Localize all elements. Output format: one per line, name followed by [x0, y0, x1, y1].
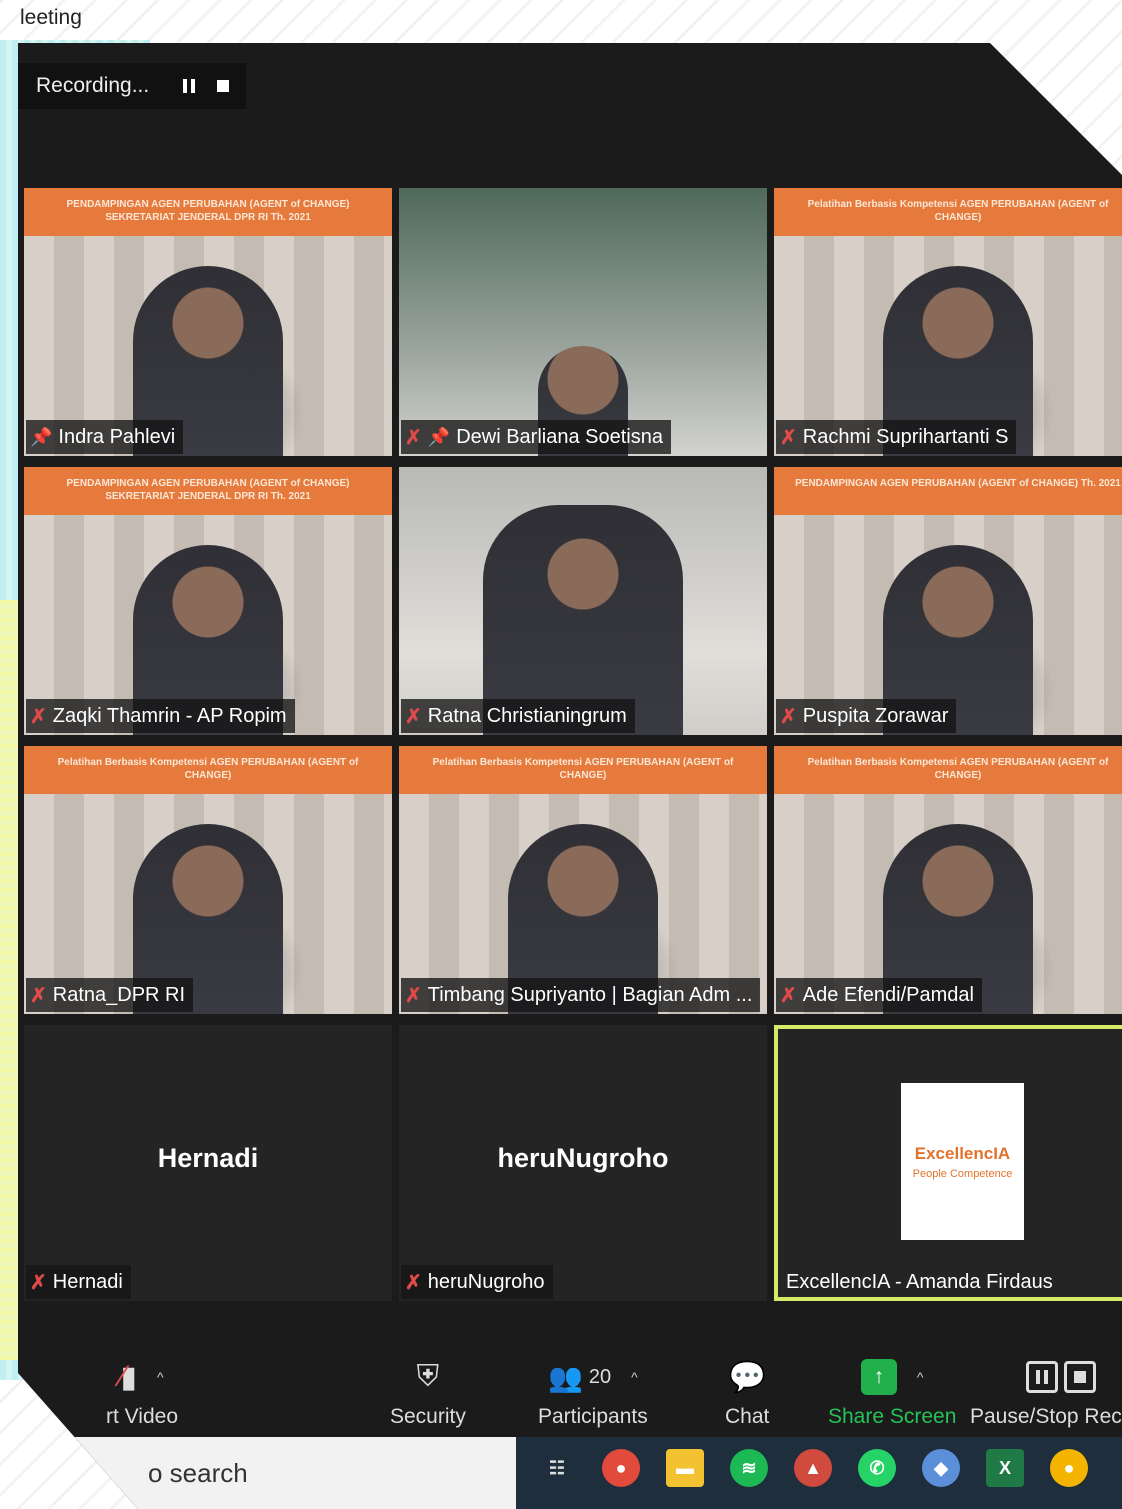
- participant-name: Ade Efendi/Pamdal: [802, 983, 974, 1006]
- participant-name: Timbang Supriyanto | Bagian Adm ...: [427, 983, 753, 1006]
- name-tag: ✗ Zaqki Thamrin - AP Ropim: [26, 699, 295, 733]
- pause-icon: [1026, 1361, 1059, 1393]
- mic-muted-icon: ✗: [780, 426, 797, 449]
- stop-icon: [1064, 1361, 1097, 1393]
- chevron-up-icon[interactable]: ^: [631, 1369, 638, 1385]
- chat-button[interactable]: 💬 Chat: [725, 1355, 769, 1429]
- excellencia-logo: ExcellencIA People Competence: [901, 1083, 1024, 1240]
- participant-name: Rachmi Suprihartanti S: [802, 425, 1009, 448]
- participant-tile[interactable]: Hernadi ✗ Hernadi: [24, 1025, 392, 1301]
- name-tag: ✗ Puspita Zorawar: [776, 699, 957, 733]
- app-icon[interactable]: ◆: [922, 1449, 960, 1487]
- participant-name: Zaqki Thamrin - AP Ropim: [52, 704, 287, 727]
- participant-name: ExcellencIA - Amanda Firdaus: [786, 1270, 1053, 1293]
- video-grid: PENDAMPINGAN AGEN PERUBAHAN (AGENT of CH…: [24, 188, 1122, 1301]
- mic-muted-icon: ✗: [405, 705, 422, 728]
- share-screen-icon: ↑: [860, 1359, 897, 1395]
- participant-tile[interactable]: heruNugroho ✗ heruNugroho: [399, 1025, 767, 1301]
- window-title: leeting: [20, 6, 82, 29]
- mic-muted-icon: ✗: [780, 705, 797, 728]
- stop-recording-button[interactable]: [212, 75, 234, 97]
- participant-tile[interactable]: PENDAMPINGAN AGEN PERUBAHAN (AGENT of CH…: [24, 188, 392, 456]
- participant-tile[interactable]: Pelatihan Berbasis Kompetensi AGEN PERUB…: [399, 746, 767, 1014]
- name-tag: ✗ Ratna_DPR RI: [26, 978, 194, 1012]
- active-speaker-tile[interactable]: ExcellencIA People Competence ExcellencI…: [774, 1025, 1122, 1301]
- banner-text: PENDAMPINGAN AGEN PERUBAHAN (AGENT of CH…: [795, 478, 1121, 489]
- participant-tile[interactable]: Pelatihan Berbasis Kompetensi AGEN PERUB…: [774, 746, 1122, 1014]
- chrome-icon[interactable]: ●: [1050, 1449, 1088, 1487]
- whatsapp-icon[interactable]: ✆: [858, 1449, 896, 1487]
- participants-count: 20: [588, 1365, 612, 1388]
- chevron-up-icon[interactable]: ^: [157, 1369, 164, 1385]
- taskbar-icons: ☷ ● ▬ ≋ ▲ ✆ ◆ X ●: [538, 1449, 1088, 1487]
- name-tag: ✗ heruNugroho: [401, 1265, 553, 1299]
- name-tag: ExcellencIA - Amanda Firdaus: [782, 1265, 1061, 1299]
- recording-label: Recording...: [36, 74, 150, 97]
- security-button[interactable]: ⛨ Security: [390, 1355, 466, 1429]
- excel-icon[interactable]: X: [986, 1449, 1024, 1487]
- banner-text: PENDAMPINGAN AGEN PERUBAHAN (AGENT of CH…: [66, 199, 350, 223]
- file-explorer-icon[interactable]: ▬: [666, 1449, 704, 1487]
- participant-tile[interactable]: PENDAMPINGAN AGEN PERUBAHAN (AGENT of CH…: [24, 467, 392, 735]
- zoom-window: Recording... PENDAMPINGAN AGEN PERUBAHAN…: [18, 43, 1122, 1509]
- name-tag: ✗ Timbang Supriyanto | Bagian Adm ...: [401, 978, 761, 1012]
- video-off-icon: ▮ ⁄: [120, 1359, 137, 1394]
- pause-recording-button[interactable]: [178, 75, 200, 97]
- participant-name: Hernadi: [52, 1270, 123, 1293]
- participant-tile[interactable]: Pelatihan Berbasis Kompetensi AGEN PERUB…: [774, 188, 1122, 456]
- name-tag: ✗ Ratna Christianingrum: [401, 699, 635, 733]
- participant-name: Ratna_DPR RI: [52, 983, 186, 1006]
- start-video-button[interactable]: ▮ ⁄ ^ rt Video: [106, 1355, 178, 1429]
- participant-name: Puspita Zorawar: [802, 704, 949, 727]
- chrome-icon[interactable]: ●: [602, 1449, 640, 1487]
- participant-tile[interactable]: PENDAMPINGAN AGEN PERUBAHAN (AGENT of CH…: [774, 467, 1122, 735]
- chevron-up-icon[interactable]: ^: [917, 1369, 924, 1385]
- banner-text: Pelatihan Berbasis Kompetensi AGEN PERUB…: [807, 199, 1109, 223]
- pin-icon: 📌: [427, 426, 451, 447]
- banner-text: PENDAMPINGAN AGEN PERUBAHAN (AGENT of CH…: [66, 478, 350, 502]
- participant-name: Ratna Christianingrum: [427, 704, 627, 727]
- mic-muted-icon: ✗: [30, 1271, 47, 1294]
- participant-name: Indra Pahlevi: [58, 425, 176, 448]
- mic-muted-icon: ✗: [405, 984, 422, 1007]
- windows-taskbar: o search ☷ ● ▬ ≋ ▲ ✆ ◆ X ●: [18, 1437, 1122, 1509]
- participant-display-name: heruNugroho: [497, 1143, 669, 1173]
- name-tag: ✗ 📌 Dewi Barliana Soetisna: [401, 420, 671, 454]
- shield-icon: ⛨: [416, 1360, 440, 1393]
- participant-display-name: Hernadi: [157, 1143, 259, 1173]
- pause-stop-record-button[interactable]: Pause/Stop Record: [970, 1355, 1122, 1429]
- participant-tile[interactable]: ✗ Ratna Christianingrum: [399, 467, 767, 735]
- drive-icon[interactable]: ▲: [794, 1449, 832, 1487]
- participant-name: Dewi Barliana Soetisna: [456, 425, 663, 448]
- mic-muted-icon: ✗: [30, 984, 47, 1007]
- name-tag: ✗ Rachmi Suprihartanti S: [776, 420, 1017, 454]
- banner-text: Pelatihan Berbasis Kompetensi AGEN PERUB…: [432, 757, 734, 781]
- mic-muted-icon: ✗: [780, 984, 797, 1007]
- participants-icon: 👥: [548, 1361, 583, 1393]
- recording-bar: Recording...: [18, 63, 246, 109]
- mic-muted-icon: ✗: [405, 1271, 422, 1294]
- search-text: o search: [148, 1457, 248, 1488]
- name-tag: 📌 Indra Pahlevi: [26, 420, 184, 454]
- spotify-icon[interactable]: ≋: [730, 1449, 768, 1487]
- pin-icon: 📌: [30, 426, 53, 447]
- meeting-toolbar: ▮ ⁄ ^ rt Video ⛨ Security 👥 20 ^ Particip…: [18, 1335, 1122, 1435]
- participant-name: heruNugroho: [427, 1270, 545, 1293]
- name-tag: ✗ Ade Efendi/Pamdal: [776, 978, 982, 1012]
- task-view-icon[interactable]: ☷: [538, 1449, 576, 1487]
- chat-icon: 💬: [728, 1360, 766, 1394]
- mic-muted-icon: ✗: [30, 705, 47, 728]
- participant-tile[interactable]: ✗ 📌 Dewi Barliana Soetisna: [399, 188, 767, 456]
- participant-tile[interactable]: Pelatihan Berbasis Kompetensi AGEN PERUB…: [24, 746, 392, 1014]
- banner-text: Pelatihan Berbasis Kompetensi AGEN PERUB…: [57, 757, 359, 781]
- share-screen-button[interactable]: ↑ ^ Share Screen: [828, 1355, 956, 1429]
- mic-muted-icon: ✗: [405, 426, 422, 449]
- banner-text: Pelatihan Berbasis Kompetensi AGEN PERUB…: [807, 757, 1109, 781]
- participants-button[interactable]: 👥 20 ^ Participants: [538, 1355, 648, 1429]
- name-tag: ✗ Hernadi: [26, 1265, 131, 1299]
